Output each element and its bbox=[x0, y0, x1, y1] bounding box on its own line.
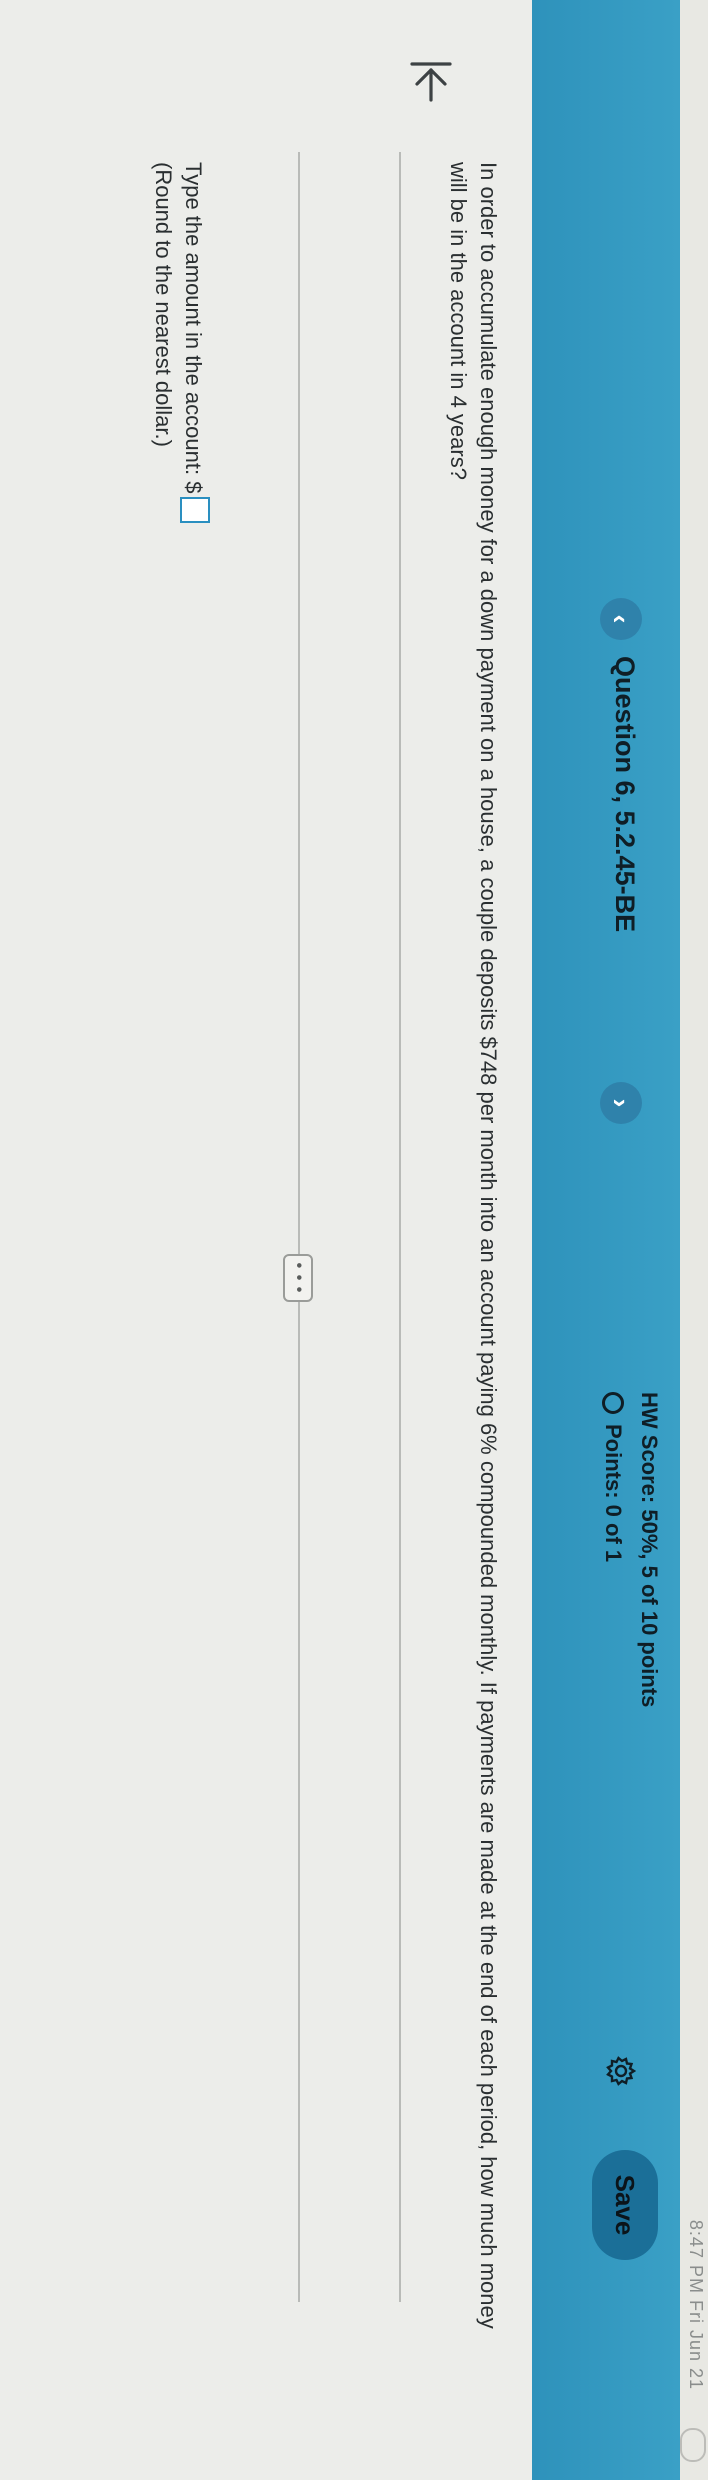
chevron-left-icon: ‹ bbox=[606, 614, 637, 624]
header-divider bbox=[399, 152, 401, 2302]
hw-score: HW Score: 50%, 5 of 10 points bbox=[637, 1392, 662, 1708]
question-divider bbox=[298, 152, 300, 2302]
points-text: Points: 0 of 1 bbox=[601, 1424, 626, 1563]
points-status: Points: 0 of 1 bbox=[600, 1392, 626, 1562]
status-bar: 8:47 PM Fri Jun 21 bbox=[680, 0, 708, 2480]
question-text: In order to accumulate enough money for … bbox=[446, 162, 501, 2329]
more-options-button[interactable]: • • • bbox=[283, 1254, 313, 1302]
gear-icon[interactable] bbox=[606, 2056, 636, 2086]
question-header: ‹ Question 6, 5.2.45-BE › HW Score: 50%,… bbox=[532, 0, 680, 2480]
chevron-right-icon: › bbox=[606, 1098, 637, 1108]
answer-label: Type the amount in the account: $ bbox=[181, 162, 206, 494]
question-title: Question 6, 5.2.45-BE bbox=[610, 656, 640, 933]
status-time: 8:47 PM Fri Jun 21 bbox=[686, 2219, 706, 2390]
battery-icon bbox=[680, 2428, 706, 2462]
previous-question-button[interactable]: ‹ bbox=[600, 598, 642, 640]
answer-row: Type the amount in the account: $ bbox=[180, 162, 210, 524]
rounding-hint: (Round to the nearest dollar.) bbox=[151, 162, 176, 447]
save-button[interactable]: Save bbox=[592, 2150, 658, 2260]
answer-input[interactable] bbox=[180, 497, 210, 524]
progress-circle-icon bbox=[602, 1392, 624, 1414]
next-question-button[interactable]: › bbox=[600, 1082, 642, 1124]
homework-page: 8:47 PM Fri Jun 21 ‹ Question 6, 5.2.45-… bbox=[0, 0, 708, 2480]
back-arrow-icon[interactable] bbox=[408, 58, 454, 104]
